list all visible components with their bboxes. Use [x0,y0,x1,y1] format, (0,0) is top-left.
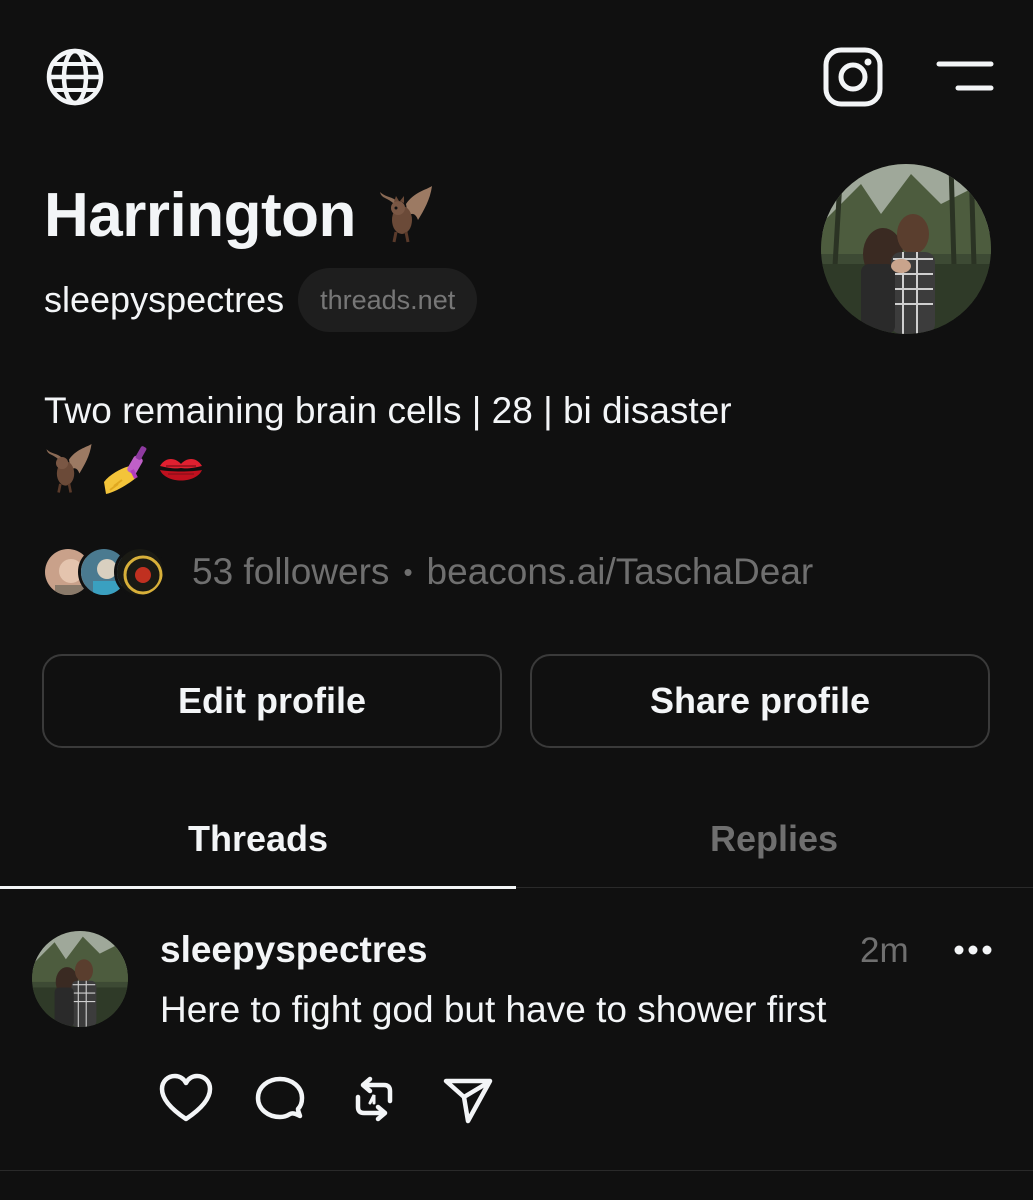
top-bar [0,0,1033,150]
menu-icon[interactable] [936,58,994,94]
globe-icon[interactable] [44,46,106,108]
handle-row: sleepyspectres threads.net [44,268,478,332]
post-actions [158,1071,534,1127]
avatar-photo [32,931,128,1027]
followers-row[interactable]: 53 followers • beacons.ai/TaschaDear [42,545,813,599]
bat-emoji-icon [46,444,92,493]
kiss-mark-emoji-icon [160,459,202,481]
followers-count[interactable]: 53 followers [192,551,389,593]
profile-avatar[interactable] [821,164,991,334]
profile-bio: Two remaining brain cells | 28 | bi disa… [44,390,732,431]
post-text: Here to fight god but have to shower fir… [160,989,827,1030]
tab-threads[interactable]: Threads [0,790,516,888]
heart-icon[interactable] [158,1071,214,1127]
post-username[interactable]: sleepyspectres [160,929,427,971]
repost-icon[interactable] [346,1071,402,1127]
more-options-icon[interactable] [952,941,994,959]
separator-dot: • [403,556,413,587]
display-name-text: Harrington [44,181,356,250]
share-profile-button[interactable]: Share profile [530,654,990,748]
thread-post[interactable]: sleepyspectres 2m Here to fight god but … [0,889,1033,1171]
edit-profile-button[interactable]: Edit profile [42,654,502,748]
instagram-icon[interactable] [822,46,884,108]
profile-tabs: Threads Replies [0,790,1033,889]
bio-emojis [44,444,206,496]
share-icon[interactable] [440,1071,496,1127]
followers-text: 53 followers • beacons.ai/TaschaDear [192,551,813,593]
post-timestamp: 2m [860,931,909,970]
bat-emoji-icon [379,185,432,242]
tab-replies[interactable]: Replies [516,790,1032,888]
profile-display-name: Harrington [44,180,434,251]
follower-avatar [114,546,166,598]
username: sleepyspectres [44,279,285,320]
domain-badge[interactable]: threads.net [298,268,478,332]
post-avatar[interactable] [32,931,128,1027]
avatar-photo [821,164,991,334]
comment-icon[interactable] [252,1071,308,1127]
nail-polish-emoji-icon [104,446,147,494]
profile-link[interactable]: beacons.ai/TaschaDear [427,551,814,593]
